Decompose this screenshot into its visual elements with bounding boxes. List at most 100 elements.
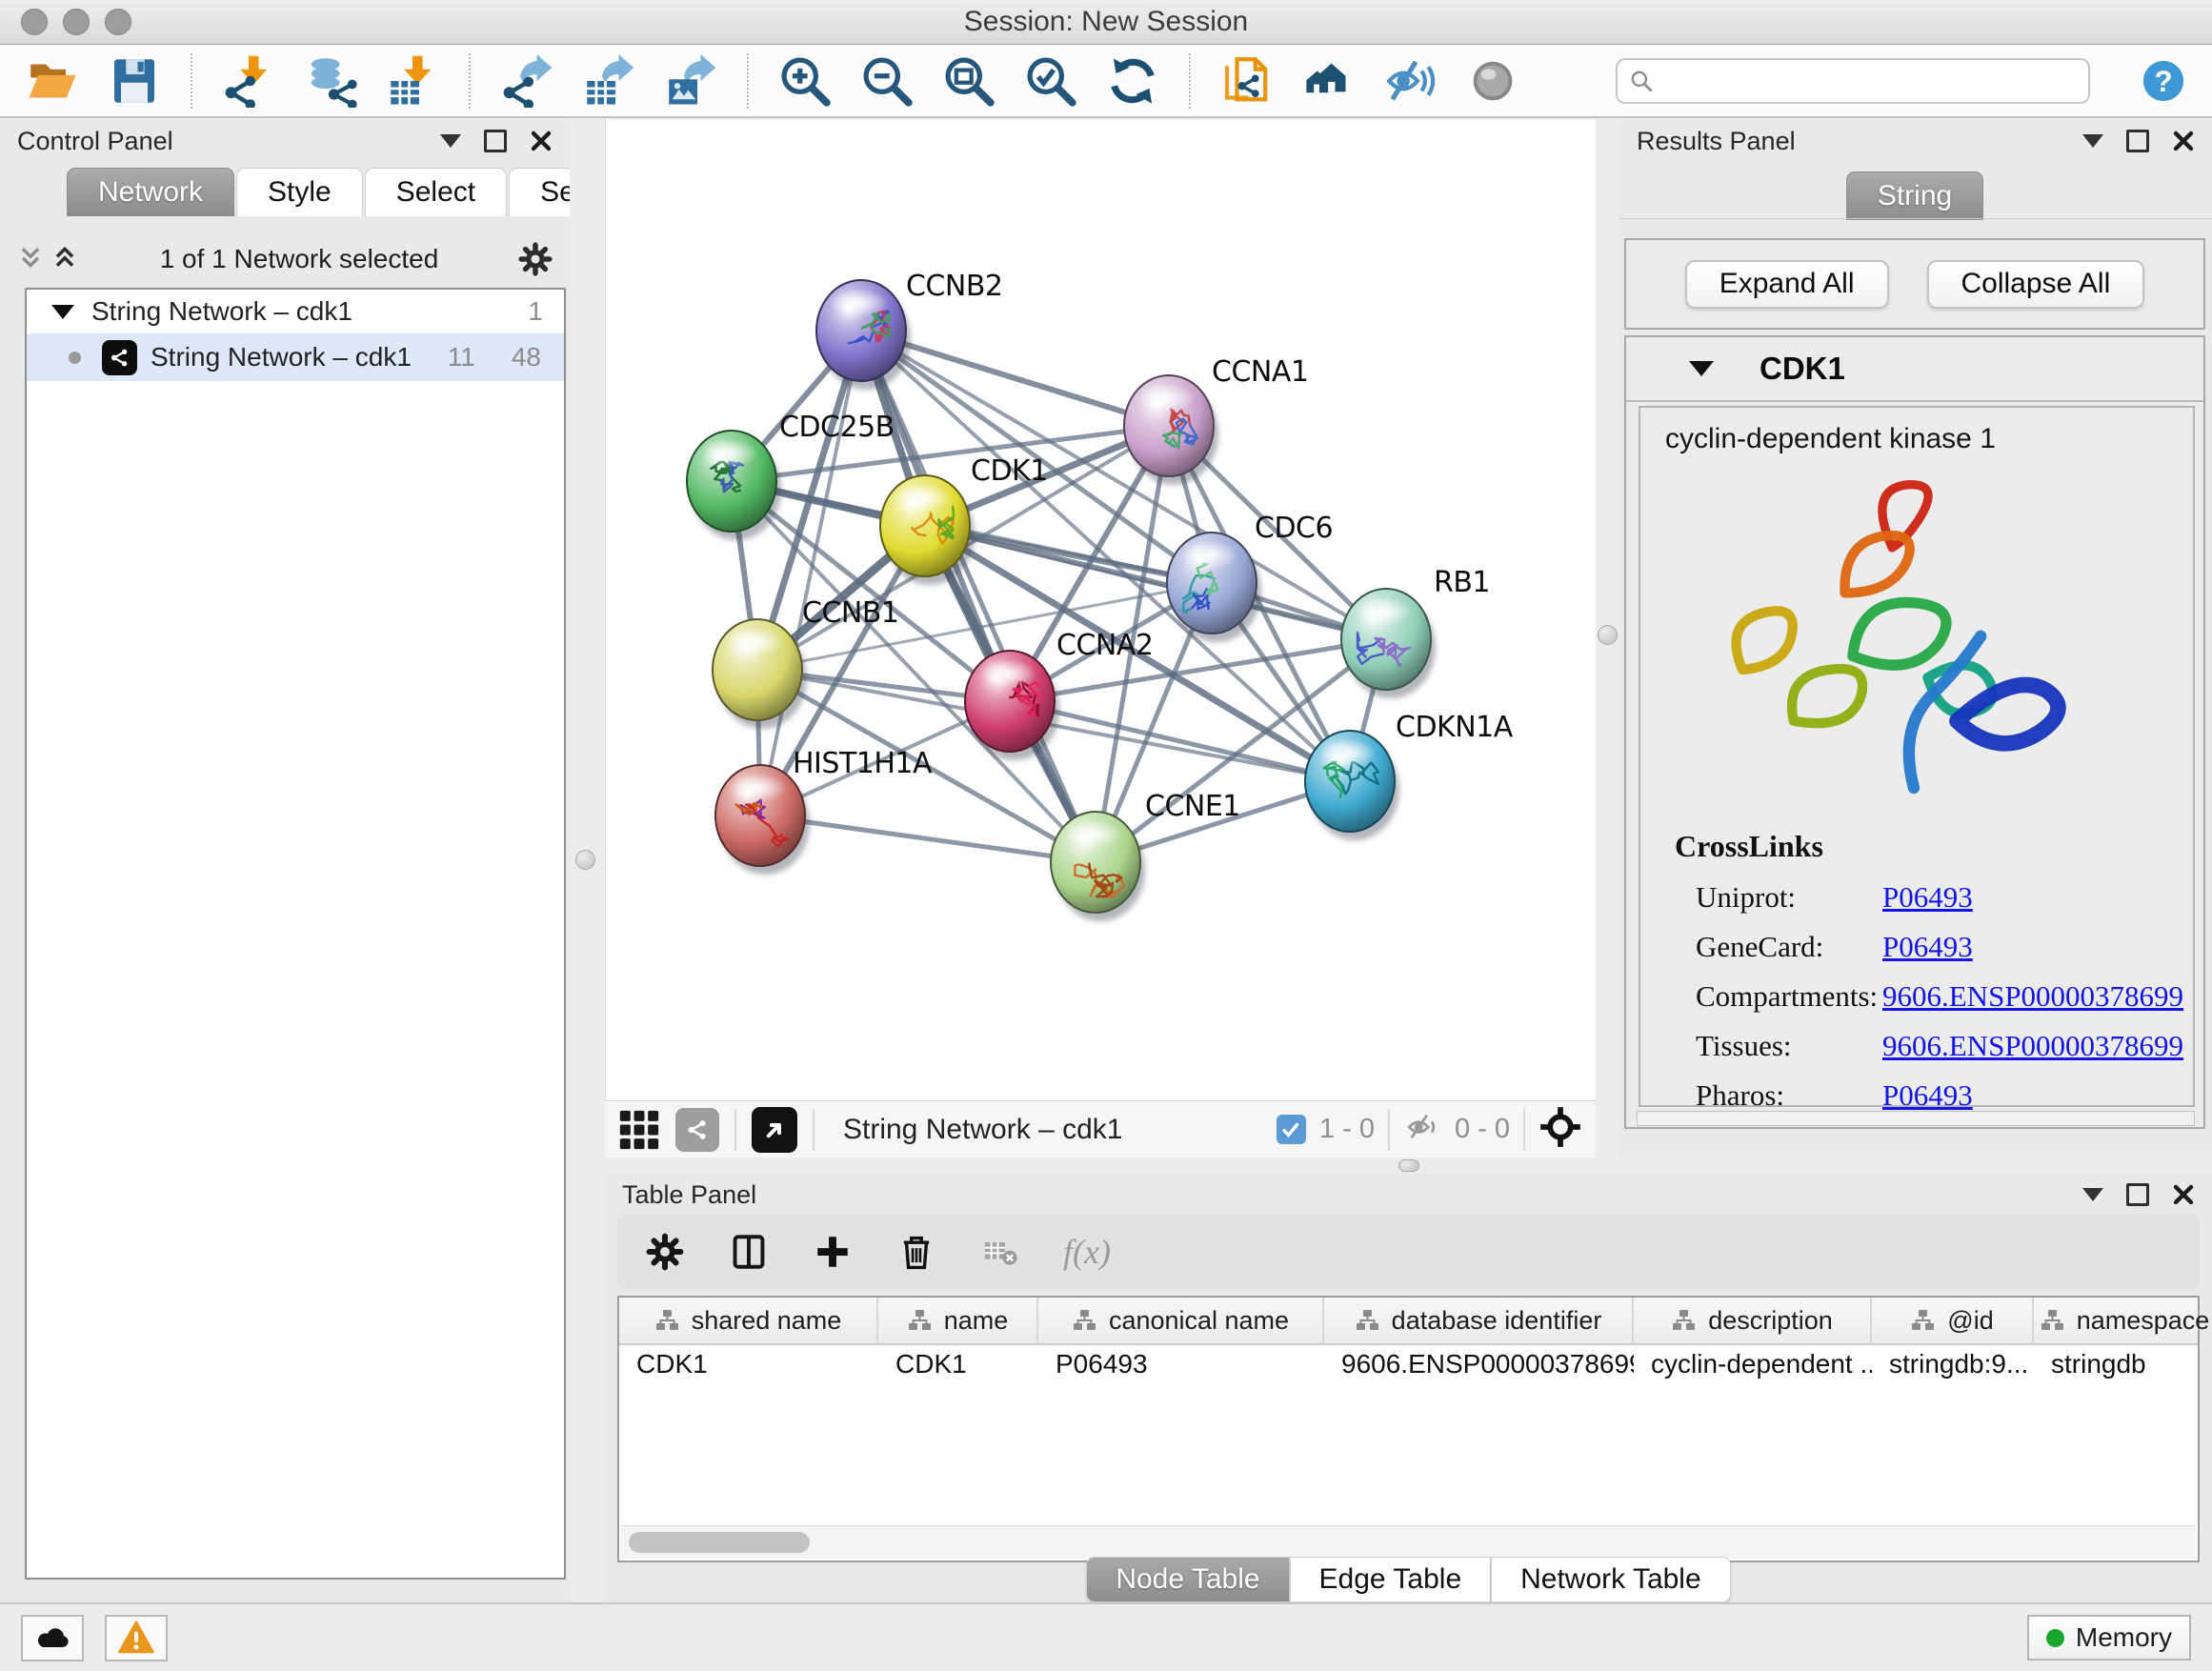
table-cell[interactable]: 9606.ENSP00000378699: [1324, 1349, 1634, 1379]
tab-string[interactable]: String: [1846, 171, 1983, 220]
tab-select[interactable]: Select: [365, 168, 507, 216]
network-options-gear-icon[interactable]: [516, 240, 554, 278]
splitter-handle[interactable]: [575, 850, 595, 870]
crosslink-link[interactable]: P06493: [1882, 1078, 1973, 1113]
network-collection-row[interactable]: String Network – cdk1 1: [27, 290, 564, 333]
network-view-canvas[interactable]: CCNB2CCNA1CDC25BCDK1CDC6RB1CCNB1CCNA2CDK…: [605, 120, 1597, 1100]
panel-collapse-icon[interactable]: [440, 134, 461, 148]
panel-close-icon[interactable]: [530, 130, 553, 152]
zoom-out-button[interactable]: [859, 53, 915, 109]
network-node-CCNB2[interactable]: CCNB2: [816, 270, 1003, 390]
fit-selected-crosshair-icon[interactable]: [1538, 1105, 1582, 1154]
tab-node-table[interactable]: Node Table: [1086, 1557, 1289, 1602]
network-node-CCNB1[interactable]: CCNB1: [713, 596, 899, 729]
network-node-CDKN1A[interactable]: CDKN1A: [1305, 711, 1514, 840]
search-input[interactable]: [1663, 65, 2077, 97]
panel-float-icon[interactable]: [2126, 130, 2149, 152]
column-header-shared-name[interactable]: shared name: [619, 1298, 878, 1343]
collapse-all-button[interactable]: Collapse All: [1927, 260, 2145, 309]
splitter-handle[interactable]: [1598, 625, 1618, 645]
table-cell[interactable]: stringdb: [2034, 1349, 2212, 1379]
panel-float-icon[interactable]: [484, 130, 507, 152]
crosslink-link[interactable]: 9606.ENSP00000378699: [1882, 979, 2183, 1014]
column-header-@id[interactable]: @id: [1872, 1298, 2034, 1343]
scrollbar-thumb[interactable]: [629, 1532, 810, 1553]
import-string-network-button[interactable]: [1219, 53, 1275, 109]
table-row[interactable]: CDK1CDK1P064939606.ENSP00000378699cyclin…: [619, 1345, 2198, 1383]
network-node-HIST1H1A[interactable]: HIST1H1A: [715, 747, 933, 875]
table-cell[interactable]: CDK1: [619, 1349, 878, 1379]
tab-network[interactable]: Network: [67, 168, 234, 216]
table-cell[interactable]: P06493: [1038, 1349, 1324, 1379]
collapse-all-networks-icon[interactable]: [13, 242, 48, 276]
entry-collapse-icon[interactable]: [1689, 361, 1714, 376]
table-cell[interactable]: CDK1: [878, 1349, 1038, 1379]
table-cell[interactable]: stringdb:9...: [1872, 1349, 2034, 1379]
entry-horizontal-scrollbar[interactable]: [1637, 1111, 2195, 1126]
network-edge-HIST1H1A-CCNE1[interactable]: [760, 815, 1096, 862]
zoom-selected-button[interactable]: [1023, 53, 1078, 109]
export-table-button[interactable]: [581, 53, 636, 109]
panel-close-icon[interactable]: [2172, 1183, 2195, 1206]
column-header-database-identifier[interactable]: database identifier: [1324, 1298, 1634, 1343]
tab-edge-table[interactable]: Edge Table: [1290, 1557, 1492, 1602]
network-edge-CCNA2-CDKN1A[interactable]: [1010, 701, 1350, 781]
column-header-namespace[interactable]: namespace: [2034, 1298, 2212, 1343]
crosslink-link[interactable]: 9606.ENSP00000378699: [1882, 1029, 2183, 1063]
table-header-row: shared namenamecanonical namedatabase id…: [619, 1298, 2198, 1345]
cloud-status-button[interactable]: [21, 1615, 84, 1661]
view-grid-icon[interactable]: [618, 1109, 660, 1151]
expand-all-button[interactable]: Expand All: [1685, 260, 1889, 309]
expand-all-networks-icon[interactable]: [48, 242, 82, 276]
save-session-button[interactable]: [107, 53, 162, 109]
zoom-fit-button[interactable]: [941, 53, 996, 109]
network-node-CCNA1[interactable]: CCNA1: [1124, 355, 1308, 485]
go-home-button[interactable]: [1301, 53, 1357, 109]
show-columns-icon[interactable]: [728, 1231, 770, 1273]
table-horizontal-scrollbar[interactable]: [621, 1525, 2196, 1559]
help-button[interactable]: ?: [2140, 57, 2187, 105]
network-node-RB1[interactable]: RB1: [1341, 566, 1490, 698]
network-graph[interactable]: CCNB2CCNA1CDC25BCDK1CDC6RB1CCNB1CCNA2CDK…: [606, 120, 1597, 1100]
delete-column-icon[interactable]: [895, 1231, 937, 1273]
crosslink-link[interactable]: P06493: [1882, 880, 1973, 915]
zoom-in-button[interactable]: [777, 53, 833, 109]
column-header-description[interactable]: description: [1634, 1298, 1872, 1343]
hidden-count-eye-icon[interactable]: [1403, 1108, 1441, 1151]
panel-collapse-icon[interactable]: [2082, 134, 2103, 148]
selected-count-checkbox[interactable]: [1277, 1115, 1306, 1144]
table-panel-splitter[interactable]: [605, 1158, 2212, 1174]
refresh-view-button[interactable]: [1105, 53, 1160, 109]
memory-button[interactable]: Memory: [2027, 1615, 2191, 1661]
splitter-handle[interactable]: [1398, 1159, 1419, 1172]
current-network-dot-icon: [69, 352, 81, 364]
right-panel-splitter[interactable]: [1596, 120, 1619, 1158]
create-column-icon[interactable]: [812, 1231, 854, 1273]
network-share-view-icon[interactable]: [675, 1108, 719, 1152]
tab-network-table[interactable]: Network Table: [1491, 1557, 1731, 1602]
crosslink-link[interactable]: P06493: [1882, 930, 1973, 964]
panel-collapse-icon[interactable]: [2082, 1188, 2103, 1201]
import-network-from-database-button[interactable]: [303, 53, 358, 109]
show-all-button[interactable]: [1465, 53, 1520, 109]
hide-selected-button[interactable]: [1383, 53, 1438, 109]
network-row-selected[interactable]: String Network – cdk1 11 48: [27, 333, 564, 381]
open-session-button[interactable]: [25, 53, 80, 109]
table-settings-gear-icon[interactable]: [644, 1231, 686, 1273]
panel-close-icon[interactable]: [2172, 130, 2195, 152]
column-header-canonical-name[interactable]: canonical name: [1038, 1298, 1324, 1343]
warning-status-button[interactable]: [105, 1615, 168, 1661]
left-panel-splitter[interactable]: [570, 120, 605, 1602]
panel-float-icon[interactable]: [2126, 1183, 2149, 1206]
tab-style[interactable]: Style: [236, 168, 363, 216]
collection-expand-icon[interactable]: [51, 305, 74, 319]
birds-eye-view-toggle[interactable]: [752, 1107, 797, 1153]
export-image-button[interactable]: [663, 53, 718, 109]
export-network-button[interactable]: [499, 53, 554, 109]
table-cell[interactable]: cyclin-dependent ...: [1634, 1349, 1872, 1379]
toolbar-search-field[interactable]: [1616, 58, 2090, 104]
import-table-from-file-button[interactable]: [385, 53, 440, 109]
network-node-CCNE1[interactable]: CCNE1: [1051, 790, 1240, 921]
column-header-name[interactable]: name: [878, 1298, 1038, 1343]
import-network-from-file-button[interactable]: [221, 53, 276, 109]
